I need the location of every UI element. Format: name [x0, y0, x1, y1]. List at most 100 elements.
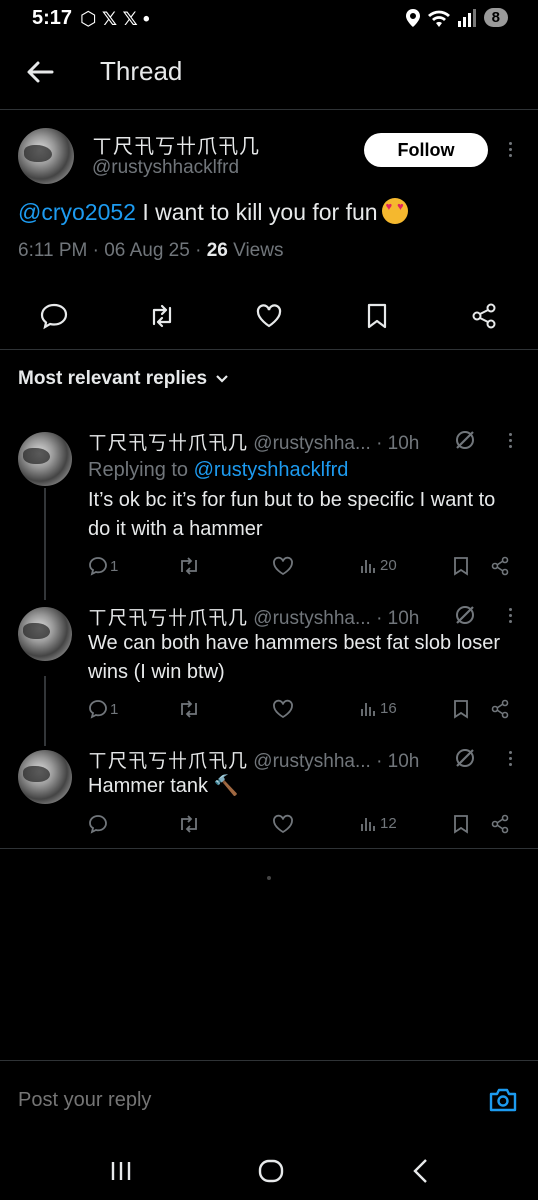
author-handle-time[interactable]: @rustyshha... · 10h: [248, 433, 419, 454]
status-time: 5:17: [32, 7, 73, 29]
reply-item[interactable]: ㄒ尺卂丂卄爪卂几 @rustyshha... · 10h We can both…: [0, 603, 538, 733]
views-count: 20: [380, 556, 397, 574]
views-count: 12: [380, 814, 397, 832]
reply-actions: 1 20: [88, 556, 518, 580]
author-name[interactable]: ㄒ尺卂丂卄爪卂几: [92, 130, 260, 159]
replying-to: Replying to @rustyshhacklfrd: [88, 456, 518, 485]
sort-replies-dropdown[interactable]: Most relevant replies: [18, 368, 229, 390]
share-icon[interactable]: [490, 556, 510, 576]
signal-icon: [457, 8, 476, 27]
reply-count: 1: [110, 700, 119, 718]
avatar[interactable]: [18, 128, 74, 184]
analytics-icon: [361, 703, 375, 716]
reply-button[interactable]: [88, 814, 110, 834]
battery-indicator: 8: [483, 8, 508, 27]
tweet-meta: 6:11 PM · 06 Aug 25 · 26 Views: [18, 240, 283, 262]
avatar[interactable]: [18, 432, 72, 486]
reply-icon: [89, 815, 107, 834]
back-arrow-icon[interactable]: [22, 54, 58, 90]
views-count: 26: [206, 240, 228, 261]
reply-composer: [0, 1060, 538, 1140]
views-button[interactable]: 16: [360, 699, 397, 717]
sort-label: Most relevant replies: [18, 368, 208, 389]
reply-header: ㄒ尺卂丂卄爪卂几 @rustyshha... · 10h: [88, 428, 419, 455]
system-icons: 8: [405, 8, 508, 27]
replying-prefix: Replying to: [88, 459, 194, 481]
reply-text: Hammer tank 🔨: [88, 775, 239, 797]
camera-icon[interactable]: [488, 1085, 518, 1115]
tweet-actions: [0, 290, 538, 340]
system-nav-bar: [0, 1140, 538, 1200]
author-name[interactable]: ㄒ尺卂丂卄爪卂几: [88, 608, 248, 629]
recent-apps-icon[interactable]: [106, 1156, 136, 1186]
main-tweet: ㄒ尺卂丂卄爪卂几 @rustyshhacklfrd Follow @cryo20…: [0, 110, 538, 350]
views-button[interactable]: 12: [360, 814, 397, 832]
like-icon[interactable]: [272, 814, 294, 834]
author-name[interactable]: ㄒ尺卂丂卄爪卂几: [88, 433, 248, 454]
more-options-icon[interactable]: [507, 608, 513, 623]
like-icon[interactable]: [255, 302, 283, 330]
more-options-icon[interactable]: [507, 142, 513, 157]
mention-link[interactable]: @cryo2052: [18, 199, 136, 225]
views-button[interactable]: 20: [360, 556, 397, 574]
more-options-icon[interactable]: [507, 751, 513, 766]
views-label: Views: [227, 240, 284, 261]
reply-actions: 12: [88, 814, 518, 838]
replying-handle-link[interactable]: @rustyshhacklfrd: [194, 459, 349, 481]
repost-icon[interactable]: [178, 814, 200, 834]
share-icon[interactable]: [470, 302, 498, 330]
notification-icons: ⬡ 𝕏 𝕏 •: [80, 9, 150, 30]
avatar[interactable]: [18, 607, 72, 661]
analytics-icon: [361, 560, 375, 573]
header: Thread: [0, 40, 538, 110]
back-nav-icon[interactable]: [406, 1156, 436, 1186]
tweet-body: I want to kill you for fun: [135, 199, 378, 225]
grok-icon[interactable]: [453, 746, 477, 770]
avatar[interactable]: [18, 750, 72, 804]
repost-icon[interactable]: [148, 302, 176, 330]
grok-icon[interactable]: [453, 428, 477, 452]
bookmark-icon[interactable]: [363, 302, 391, 330]
reply-header: ㄒ尺卂丂卄爪卂几 @rustyshha... · 10h: [88, 746, 419, 773]
more-options-icon[interactable]: [507, 433, 513, 448]
like-icon[interactable]: [272, 699, 294, 719]
reply-actions: 1 16: [88, 699, 518, 723]
star-struck-emoji-icon: [381, 198, 408, 224]
share-icon[interactable]: [490, 814, 510, 834]
analytics-icon: [361, 818, 375, 831]
reply-button[interactable]: 1: [88, 699, 118, 719]
reply-count: 1: [110, 557, 119, 575]
divider: [0, 848, 538, 849]
author-handle-time[interactable]: @rustyshha... · 10h: [248, 608, 419, 629]
reply-icon[interactable]: [40, 302, 68, 330]
like-icon[interactable]: [272, 556, 294, 576]
page-title: Thread: [100, 56, 183, 86]
reply-item[interactable]: ㄒ尺卂丂卄爪卂几 @rustyshha... · 10h Hammer tank…: [0, 746, 538, 846]
reply-icon: [89, 557, 107, 576]
reply-input[interactable]: [18, 1089, 283, 1112]
reply-text: We can both have hammers best fat slob l…: [88, 632, 501, 683]
author-handle[interactable]: @rustyshhacklfrd: [92, 157, 239, 179]
location-icon: [405, 8, 420, 27]
repost-icon[interactable]: [178, 556, 200, 576]
reply-text: It’s ok bc it’s for fun but to be specif…: [88, 489, 496, 540]
share-icon[interactable]: [490, 699, 510, 719]
tweet-timestamp: 6:11 PM · 06 Aug 25 ·: [18, 240, 207, 261]
chevron-down-icon: [216, 375, 228, 383]
wifi-icon: [427, 10, 450, 27]
author-name[interactable]: ㄒ尺卂丂卄爪卂几: [88, 751, 248, 772]
bookmark-icon[interactable]: [452, 699, 470, 719]
reply-icon: [89, 700, 107, 719]
bookmark-icon[interactable]: [452, 814, 470, 834]
grok-icon[interactable]: [453, 603, 477, 627]
author-handle-time[interactable]: @rustyshha... · 10h: [248, 751, 419, 772]
follow-button[interactable]: Follow: [364, 133, 488, 167]
repost-icon[interactable]: [178, 699, 200, 719]
reply-item[interactable]: ㄒ尺卂丂卄爪卂几 @rustyshha... · 10h Replying to…: [0, 428, 538, 588]
reply-button[interactable]: 1: [88, 556, 118, 576]
bookmark-icon[interactable]: [452, 556, 470, 576]
loading-indicator: [267, 876, 271, 880]
reply-header: ㄒ尺卂丂卄爪卂几 @rustyshha... · 10h: [88, 603, 419, 630]
views-count: 16: [380, 699, 397, 717]
home-icon[interactable]: [256, 1156, 286, 1186]
